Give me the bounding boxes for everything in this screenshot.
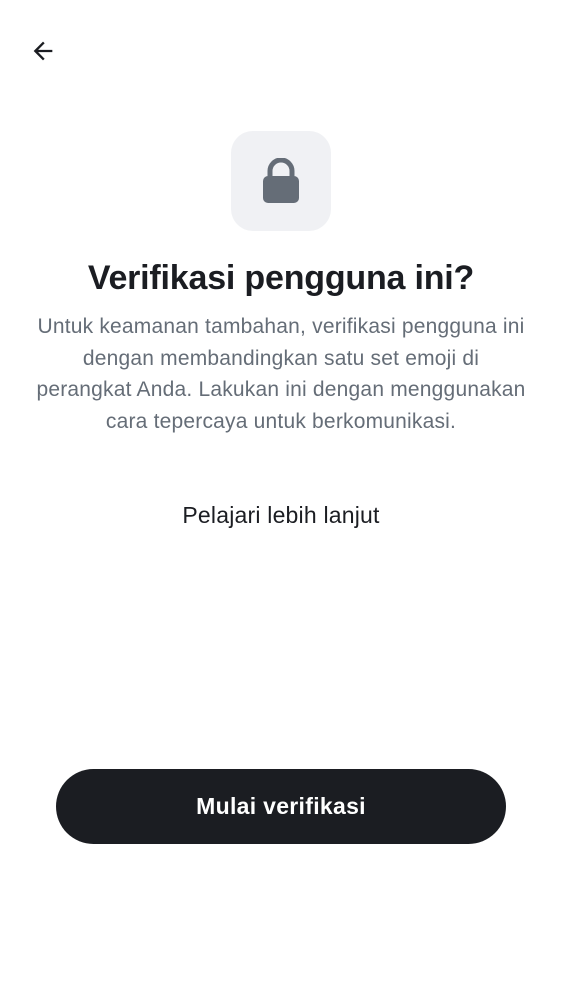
page-title: Verifikasi pengguna ini? (87, 259, 475, 297)
arrow-left-icon (33, 41, 53, 61)
lock-icon-tile (231, 131, 331, 231)
learn-more-link[interactable]: Pelajari lebih lanjut (0, 498, 562, 532)
verification-description: Untuk keamanan tambahan, verifikasi peng… (36, 315, 526, 433)
start-verification-button[interactable]: Mulai verifikasi (56, 769, 506, 844)
lock-icon (263, 158, 299, 203)
back-button[interactable] (20, 28, 66, 74)
